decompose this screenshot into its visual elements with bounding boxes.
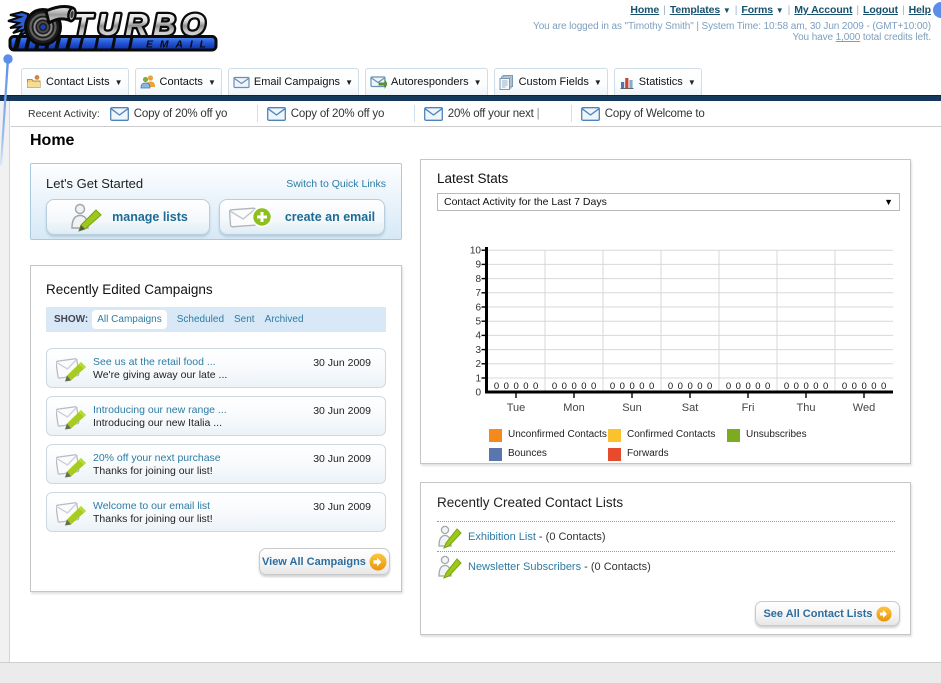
svg-text:0: 0 bbox=[794, 381, 799, 392]
svg-text:Wed: Wed bbox=[853, 402, 875, 414]
svg-text:2: 2 bbox=[475, 359, 481, 370]
svg-text:Tue: Tue bbox=[507, 402, 526, 414]
svg-text:0: 0 bbox=[475, 388, 481, 399]
svg-text:1: 1 bbox=[475, 373, 481, 384]
svg-text:0: 0 bbox=[562, 381, 567, 392]
svg-text:0: 0 bbox=[581, 381, 586, 392]
svg-text:0: 0 bbox=[668, 381, 673, 392]
svg-text:Sat: Sat bbox=[682, 402, 699, 414]
svg-text:0: 0 bbox=[552, 381, 557, 392]
svg-text:10: 10 bbox=[470, 246, 482, 257]
svg-text:0: 0 bbox=[823, 381, 828, 392]
svg-text:0: 0 bbox=[687, 381, 692, 392]
svg-text:0: 0 bbox=[591, 381, 596, 392]
svg-text:0: 0 bbox=[610, 381, 615, 392]
svg-text:3: 3 bbox=[475, 345, 481, 356]
svg-text:0: 0 bbox=[707, 381, 712, 392]
svg-text:Sun: Sun bbox=[622, 402, 642, 414]
svg-text:0: 0 bbox=[736, 381, 741, 392]
svg-text:0: 0 bbox=[639, 381, 644, 392]
svg-text:0: 0 bbox=[784, 381, 789, 392]
svg-text:6: 6 bbox=[475, 302, 481, 313]
svg-text:0: 0 bbox=[571, 381, 576, 392]
svg-text:Mon: Mon bbox=[563, 402, 584, 414]
svg-text:0: 0 bbox=[881, 381, 886, 392]
svg-text:0: 0 bbox=[513, 381, 518, 392]
svg-text:0: 0 bbox=[504, 381, 509, 392]
svg-text:8: 8 bbox=[475, 274, 481, 285]
svg-text:0: 0 bbox=[765, 381, 770, 392]
svg-text:0: 0 bbox=[678, 381, 683, 392]
svg-text:9: 9 bbox=[475, 260, 481, 271]
svg-text:0: 0 bbox=[523, 381, 528, 392]
svg-text:0: 0 bbox=[620, 381, 625, 392]
svg-text:0: 0 bbox=[649, 381, 654, 392]
svg-text:0: 0 bbox=[494, 381, 499, 392]
svg-text:7: 7 bbox=[475, 288, 481, 299]
svg-text:0: 0 bbox=[871, 381, 876, 392]
svg-text:0: 0 bbox=[842, 381, 847, 392]
svg-text:Thu: Thu bbox=[797, 402, 816, 414]
svg-text:0: 0 bbox=[803, 381, 808, 392]
svg-text:0: 0 bbox=[852, 381, 857, 392]
svg-text:0: 0 bbox=[726, 381, 731, 392]
svg-text:0: 0 bbox=[629, 381, 634, 392]
svg-text:0: 0 bbox=[813, 381, 818, 392]
svg-text:TURBO: TURBO bbox=[73, 7, 211, 42]
svg-text:0: 0 bbox=[697, 381, 702, 392]
svg-text:Fri: Fri bbox=[742, 402, 755, 414]
svg-text:0: 0 bbox=[755, 381, 760, 392]
svg-text:5: 5 bbox=[475, 317, 481, 328]
svg-text:0: 0 bbox=[861, 381, 866, 392]
svg-text:0: 0 bbox=[533, 381, 538, 392]
svg-text:0: 0 bbox=[745, 381, 750, 392]
svg-text:4: 4 bbox=[475, 331, 481, 342]
